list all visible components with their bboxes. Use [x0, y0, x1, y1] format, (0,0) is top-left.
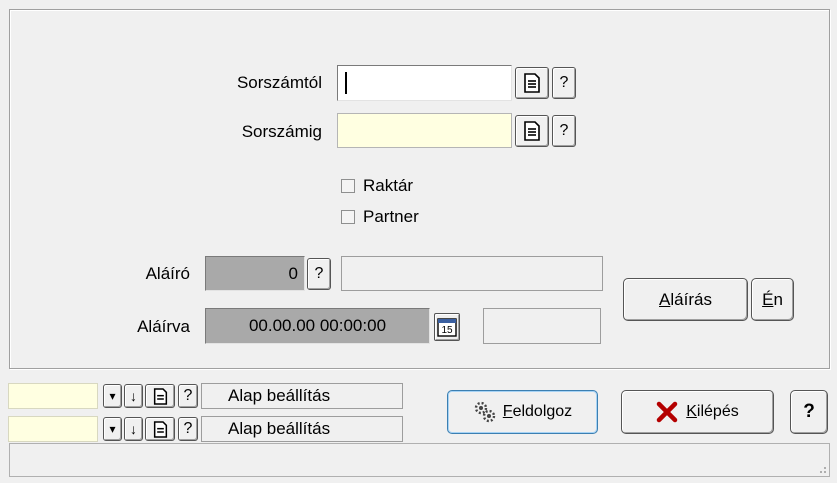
partner-checkbox[interactable] — [341, 210, 355, 224]
partner-label: Partner — [363, 207, 419, 226]
sorszamig-list-button[interactable] — [515, 115, 549, 147]
settings-label-2: Alap beállítás — [201, 416, 403, 442]
dropdown-button[interactable]: ▾ — [103, 384, 122, 408]
alairva-datetime: 00.00.00 00:00:00 — [205, 308, 430, 344]
settings-combo-1[interactable] — [8, 383, 98, 409]
alairo-label: Aláíró — [145, 264, 190, 283]
alairo-name-field — [341, 256, 603, 291]
dropdown-button[interactable]: ▾ — [103, 417, 122, 441]
chevron-down-icon: ▾ — [109, 422, 116, 436]
sorszamig-label: Sorszámig — [241, 122, 322, 141]
help-main-button[interactable]: ? — [790, 390, 828, 434]
alairas-button[interactable]: Aláírás — [623, 278, 748, 321]
list-button[interactable] — [145, 417, 175, 441]
settings-combo-2[interactable] — [8, 416, 98, 442]
document-icon — [153, 420, 167, 438]
svg-text:15: 15 — [441, 325, 453, 336]
document-icon — [153, 387, 167, 405]
raktar-label: Raktár — [363, 176, 414, 195]
sorszamtol-list-button[interactable] — [515, 67, 549, 99]
status-bar — [9, 443, 830, 477]
help-button[interactable]: ? — [178, 384, 198, 408]
list-button[interactable] — [145, 384, 175, 408]
arrow-down-icon: ↓ — [130, 421, 137, 437]
alairva-label: Aláírva — [137, 317, 190, 336]
help-button[interactable]: ? — [178, 417, 198, 441]
calendar-icon: 15 — [437, 318, 457, 337]
alairo-help-button[interactable]: ? — [307, 258, 331, 290]
sorszamtol-input[interactable] — [337, 65, 512, 101]
sorszamtol-label: Sorszámtól — [236, 73, 322, 92]
load-button[interactable]: ↓ — [124, 384, 143, 408]
settings-label-1: Alap beállítás — [201, 383, 403, 409]
sorszamtol-help-button[interactable]: ? — [552, 67, 576, 99]
load-button[interactable]: ↓ — [124, 417, 143, 441]
text-caret — [345, 72, 347, 94]
alairo-value: 0 — [205, 256, 305, 291]
calendar-button[interactable]: 15 — [434, 313, 460, 341]
chevron-down-icon: ▾ — [109, 389, 116, 403]
sorszamig-input[interactable] — [337, 113, 512, 148]
close-icon — [657, 401, 678, 423]
raktar-checkbox[interactable] — [341, 179, 355, 193]
en-button[interactable]: Én — [751, 278, 794, 321]
process-icon — [474, 401, 495, 423]
arrow-down-icon: ↓ — [130, 388, 137, 404]
kilepes-button[interactable]: Kilépés — [621, 390, 774, 434]
feldolgoz-button[interactable]: Feldolgoz — [447, 390, 598, 434]
document-icon — [524, 121, 540, 141]
sorszamig-help-button[interactable]: ? — [552, 115, 576, 147]
resize-grip-icon[interactable] — [817, 464, 827, 474]
document-icon — [524, 73, 540, 93]
alairva-extra-field — [483, 308, 601, 344]
